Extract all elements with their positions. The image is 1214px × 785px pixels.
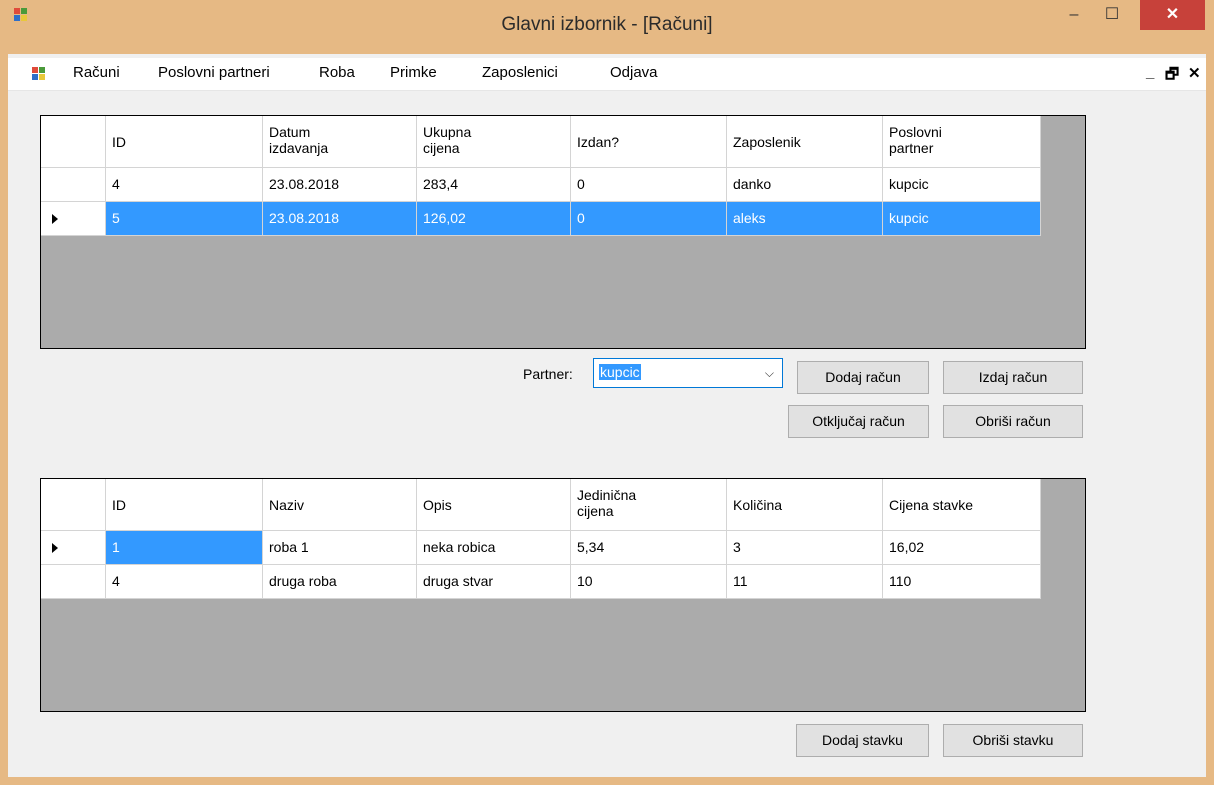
menu-item-roba[interactable]: Roba <box>319 64 355 81</box>
mdi-child-icon[interactable] <box>32 67 46 81</box>
table-cell[interactable]: neka robica <box>417 531 571 565</box>
menu-item-primke[interactable]: Primke <box>390 64 437 81</box>
column-header[interactable]: Naziv <box>263 479 417 531</box>
column-header[interactable]: Jedinična cijena <box>571 479 727 531</box>
table-cell[interactable]: 1 <box>106 531 263 565</box>
maximize-button[interactable]: ☐ <box>1094 0 1130 30</box>
partner-label: Partner: <box>523 366 573 382</box>
table-cell[interactable]: 23.08.2018 <box>263 202 417 236</box>
table-cell[interactable]: 4 <box>106 168 263 202</box>
window-frame-left <box>0 54 8 785</box>
add-item-button[interactable]: Dodaj stavku <box>796 724 929 757</box>
column-header[interactable]: Poslovni partner <box>883 116 1041 168</box>
menu-bar: Računi Poslovni partneri Roba Primke Zap… <box>8 58 1206 91</box>
partner-combobox[interactable]: kupcic ⌵ <box>593 358 783 388</box>
table-cell[interactable]: 5 <box>106 202 263 236</box>
mdi-close-button[interactable]: ✕ <box>1188 64 1201 82</box>
table-cell[interactable]: 4 <box>106 565 263 599</box>
table-cell[interactable]: 16,02 <box>883 531 1041 565</box>
table-cell[interactable]: 110 <box>883 565 1041 599</box>
minimize-button[interactable]: – <box>1056 0 1092 30</box>
close-button[interactable]: ✕ <box>1140 0 1205 30</box>
items-grid[interactable]: ID Naziv Opis Jedinična cijena Količina Cijena… <box>40 478 1086 712</box>
partner-combobox-value: kupcic <box>599 364 641 380</box>
table-cell[interactable]: aleks <box>727 202 883 236</box>
row-header[interactable] <box>41 202 106 236</box>
table-cell[interactable]: druga roba <box>263 565 417 599</box>
window-frame-right <box>1206 54 1214 785</box>
row-header[interactable] <box>41 565 106 599</box>
table-cell[interactable]: 0 <box>571 202 727 236</box>
table-cell[interactable]: 5,34 <box>571 531 727 565</box>
mdi-minimize-button[interactable]: _ <box>1146 64 1154 81</box>
current-row-arrow-icon <box>52 214 58 224</box>
column-header[interactable]: Ukupna cijena <box>417 116 571 168</box>
invoices-grid[interactable]: ID Datum izdavanja Ukupna cijena Izdan? Zaposl… <box>40 115 1086 349</box>
window-frame-bottom <box>0 777 1214 785</box>
chevron-down-icon[interactable]: ⌵ <box>765 366 774 381</box>
issue-invoice-button[interactable]: Izdaj račun <box>943 361 1083 394</box>
column-header[interactable]: Cijena stavke <box>883 479 1041 531</box>
table-cell[interactable]: 10 <box>571 565 727 599</box>
window-title: Glavni izbornik - [Računi] <box>501 14 713 35</box>
mdi-restore-button[interactable]: 🗗 <box>1165 64 1179 89</box>
table-cell[interactable]: danko <box>727 168 883 202</box>
table-cell[interactable]: kupcic <box>883 168 1041 202</box>
current-row-arrow-icon <box>52 543 58 553</box>
title-bar[interactable]: Glavni izbornik - [Računi] – ☐ ✕ <box>0 0 1214 54</box>
row-header[interactable] <box>41 531 106 565</box>
column-header[interactable]: Izdan? <box>571 116 727 168</box>
table-cell[interactable]: 23.08.2018 <box>263 168 417 202</box>
menu-item-odjava[interactable]: Odjava <box>610 64 658 81</box>
table-cell[interactable]: roba 1 <box>263 531 417 565</box>
column-header[interactable]: ID <box>106 116 263 168</box>
table-cell[interactable]: druga stvar <box>417 565 571 599</box>
menu-item-zaposlenici[interactable]: Zaposlenici <box>482 64 558 81</box>
menu-item-racuni[interactable]: Računi <box>73 64 120 81</box>
table-cell[interactable]: 11 <box>727 565 883 599</box>
column-header[interactable]: Zaposlenik <box>727 116 883 168</box>
grid-corner-header[interactable] <box>41 116 106 168</box>
row-header[interactable] <box>41 168 106 202</box>
delete-invoice-button[interactable]: Obriši račun <box>943 405 1083 438</box>
table-cell[interactable]: 0 <box>571 168 727 202</box>
column-header[interactable]: Datum izdavanja <box>263 116 417 168</box>
grid-corner-header[interactable] <box>41 479 106 531</box>
add-invoice-button[interactable]: Dodaj račun <box>797 361 929 394</box>
table-cell[interactable]: 3 <box>727 531 883 565</box>
unlock-invoice-button[interactable]: Otključaj račun <box>788 405 929 438</box>
column-header[interactable]: Količina <box>727 479 883 531</box>
table-cell[interactable]: 126,02 <box>417 202 571 236</box>
menu-item-poslovni-partneri[interactable]: Poslovni partneri <box>158 64 270 81</box>
column-header[interactable]: ID <box>106 479 263 531</box>
table-cell[interactable]: kupcic <box>883 202 1041 236</box>
table-cell[interactable]: 283,4 <box>417 168 571 202</box>
delete-item-button[interactable]: Obriši stavku <box>943 724 1083 757</box>
column-header[interactable]: Opis <box>417 479 571 531</box>
